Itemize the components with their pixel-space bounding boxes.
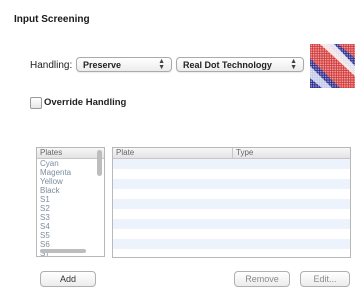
edit-button[interactable]: Edit... xyxy=(300,271,350,287)
list-item[interactable]: Yellow xyxy=(37,177,104,186)
handling-label: Handling: xyxy=(30,60,73,71)
list-item[interactable]: S1 xyxy=(37,195,104,204)
table-row[interactable] xyxy=(113,199,350,209)
section-title: Input Screening xyxy=(14,14,90,25)
table-row[interactable] xyxy=(113,189,350,199)
table-header: Plate Type xyxy=(113,148,350,159)
table-row[interactable] xyxy=(113,219,350,229)
table-row[interactable] xyxy=(113,169,350,179)
list-item[interactable]: S2 xyxy=(37,204,104,213)
override-handling-label: Override Handling xyxy=(44,97,127,108)
add-button[interactable]: Add xyxy=(40,271,96,287)
vertical-scrollbar[interactable] xyxy=(97,150,102,176)
column-header-type[interactable]: Type xyxy=(233,148,350,158)
table-row[interactable] xyxy=(113,249,350,257)
handling-mode-popup[interactable]: Preserve ▲ ▼ xyxy=(76,57,172,72)
screening-preview-thumbnail xyxy=(310,44,355,88)
list-item[interactable]: S5 xyxy=(37,231,104,240)
horizontal-scrollbar[interactable] xyxy=(40,249,86,253)
table-body xyxy=(113,159,350,257)
popup-arrows-icon: ▲ ▼ xyxy=(158,58,165,71)
table-row[interactable] xyxy=(113,239,350,249)
table-row[interactable] xyxy=(113,209,350,219)
popup-arrows-icon: ▲ ▼ xyxy=(290,58,297,71)
list-item[interactable]: Black xyxy=(37,186,104,195)
remove-button[interactable]: Remove xyxy=(234,271,290,287)
table-row[interactable] xyxy=(113,229,350,239)
technology-popup[interactable]: Real Dot Technology ▲ ▼ xyxy=(176,57,304,72)
plates-list-header: Plates xyxy=(37,148,104,159)
table-row[interactable] xyxy=(113,179,350,189)
column-header-plate[interactable]: Plate xyxy=(113,148,233,158)
plate-type-table[interactable]: Plate Type xyxy=(112,147,351,258)
list-item[interactable]: S4 xyxy=(37,222,104,231)
override-handling-checkbox[interactable] xyxy=(30,97,42,109)
plates-list[interactable]: Plates Cyan Magenta Yellow Black S1 S2 S… xyxy=(36,147,105,257)
technology-value: Real Dot Technology xyxy=(183,59,272,70)
handling-mode-value: Preserve xyxy=(83,59,122,70)
list-item[interactable]: S3 xyxy=(37,213,104,222)
list-item[interactable]: Magenta xyxy=(37,168,104,177)
list-item[interactable]: S6 xyxy=(37,240,104,249)
list-item[interactable]: Cyan xyxy=(37,159,104,168)
table-row[interactable] xyxy=(113,159,350,169)
